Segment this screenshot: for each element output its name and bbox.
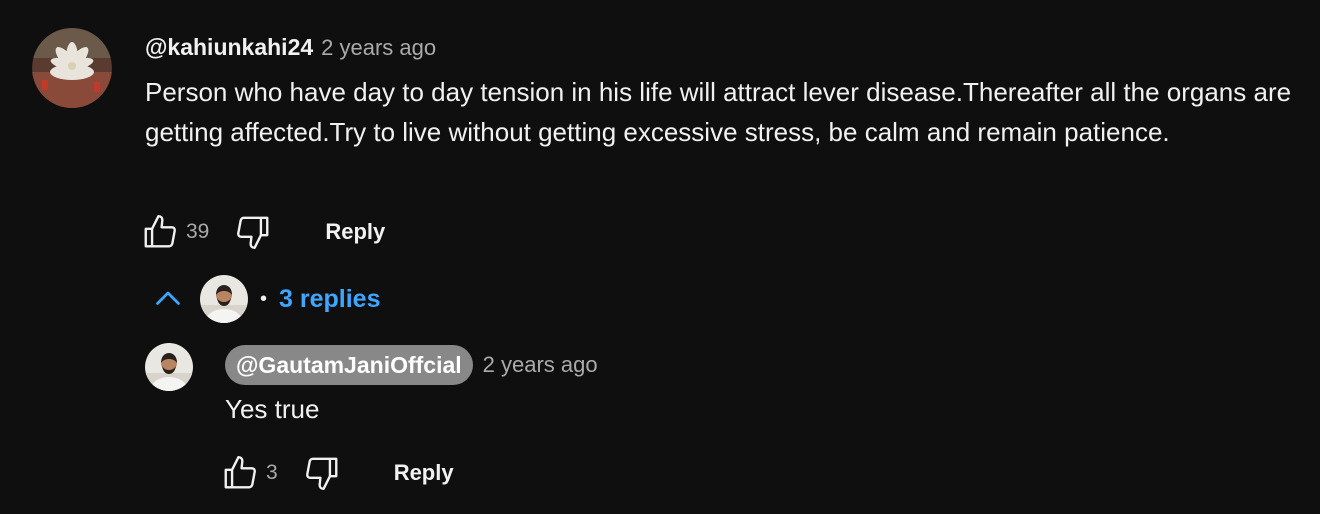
reply-header: @GautamJaniOffcial 2 years ago [225,345,598,385]
reply-like-count: 3 [266,461,278,484]
comment-timestamp[interactable]: 2 years ago [321,29,436,67]
comment-actions: 39 Reply [140,208,385,256]
dislike-button[interactable] [233,212,273,252]
reply-like-button[interactable] [220,453,260,493]
thumbs-down-icon [237,216,269,250]
like-count: 39 [186,220,210,243]
replies-bullet: • [260,287,268,310]
reply-text: Yes true [225,394,320,424]
comment-text: Person who have day to day tension in hi… [145,77,1292,147]
reply-author-chip[interactable]: @GautamJaniOffcial [225,345,473,385]
person-avatar-icon [145,343,193,391]
reply-dislike-button[interactable] [302,453,342,493]
reply-preview-avatar [200,275,248,323]
like-button[interactable] [140,212,180,252]
person-avatar-icon [200,275,248,323]
thumbs-up-icon [224,455,256,489]
thumbs-down-icon [305,457,338,491]
reply-button[interactable]: Reply [325,219,385,245]
replies-count-label[interactable]: 3 replies [279,285,380,314]
thumbs-up-icon [144,214,176,248]
reply-author-avatar[interactable] [145,343,193,391]
comment-body: @kahiunkahi24 2 years ago Person who hav… [145,28,1305,152]
reply-reply-button[interactable]: Reply [394,460,454,486]
comment-author[interactable]: @kahiunkahi24 [145,28,313,66]
replies-toggle[interactable]: • 3 replies [150,272,380,326]
chevron-up-icon [156,291,180,305]
reply-actions: 3 Reply [220,449,454,497]
comment-header: @kahiunkahi24 2 years ago [145,28,1305,66]
reply-timestamp[interactable]: 2 years ago [483,352,598,378]
author-avatar[interactable] [32,28,112,108]
flower-avatar-icon [32,28,112,108]
